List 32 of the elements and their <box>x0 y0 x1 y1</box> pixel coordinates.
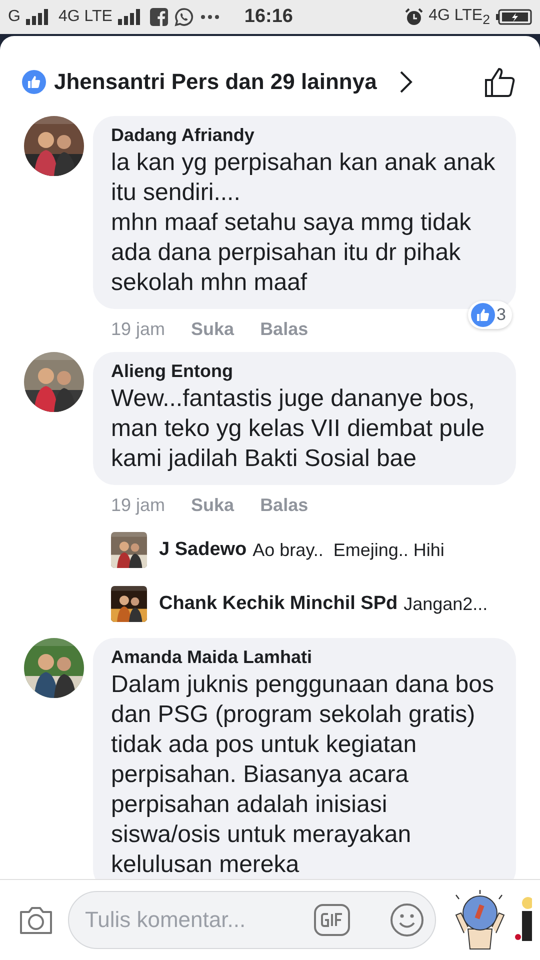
battery-icon <box>496 9 532 25</box>
smiley-icon[interactable] <box>390 903 424 937</box>
camera-icon[interactable] <box>18 904 54 936</box>
comment-time: 19 jam <box>111 495 166 516</box>
reaction-count: 3 <box>496 305 506 325</box>
whatsapp-icon <box>174 7 194 27</box>
comment-text: la kan yg perpisahan kan anak anak itu sendiri.... mhn maaf setahu saya mmg tidak ada dana perpisahan itu dr pihak sekolah mhn maaf <box>111 148 496 298</box>
network-label: G <box>8 8 20 26</box>
chevron-right-icon[interactable] <box>398 70 413 94</box>
comment-time: 19 jam <box>111 319 166 340</box>
reply-author[interactable]: J Sadewo <box>159 539 247 561</box>
comment-text: Dalam juknis penggunaan dana bos dan PSG (program sekolah gratis) tidak ada pos untuk kegiatan perpisahan. Biasanya acara perpisahan adalah inisiasi siswa/osis untuk merayakan kelulusan mereka <box>111 670 495 879</box>
more-icon <box>200 14 220 20</box>
like-icon <box>470 303 495 327</box>
comment-author[interactable]: Dadang Afriandy <box>111 125 498 146</box>
thumbs-up-icon[interactable] <box>484 66 516 98</box>
alarm-icon <box>404 8 423 26</box>
comment-text: Wew...fantastis juge dananye bos, man teko yg kelas VII diembat pule kami jadilah Bakti Sosial bae <box>111 384 486 474</box>
gif-icon[interactable] <box>314 904 350 936</box>
facebook-icon <box>150 8 168 26</box>
reply-text: Jangan2... <box>404 594 488 614</box>
reaction-badge[interactable]: 3 <box>468 301 512 329</box>
comment-author[interactable]: Amanda Maida Lamhati <box>111 647 498 668</box>
reactions-summary[interactable]: Jhensantri Pers dan 29 lainnya <box>54 69 377 95</box>
network-label: 4G LTE <box>58 8 112 26</box>
network-label: 4G LTE$_{2}$ <box>428 6 490 28</box>
reply-author[interactable]: Chank Kechik Minchil SPd <box>159 593 398 615</box>
reply-text: Ao bray.. Emejing.. Hihi <box>252 540 444 560</box>
input-field[interactable]: Tulis komentar... <box>68 891 436 949</box>
clock-time: 16:16 <box>244 6 294 28</box>
like-icon <box>22 70 46 94</box>
comment-author[interactable]: Alieng Entong <box>111 361 498 382</box>
